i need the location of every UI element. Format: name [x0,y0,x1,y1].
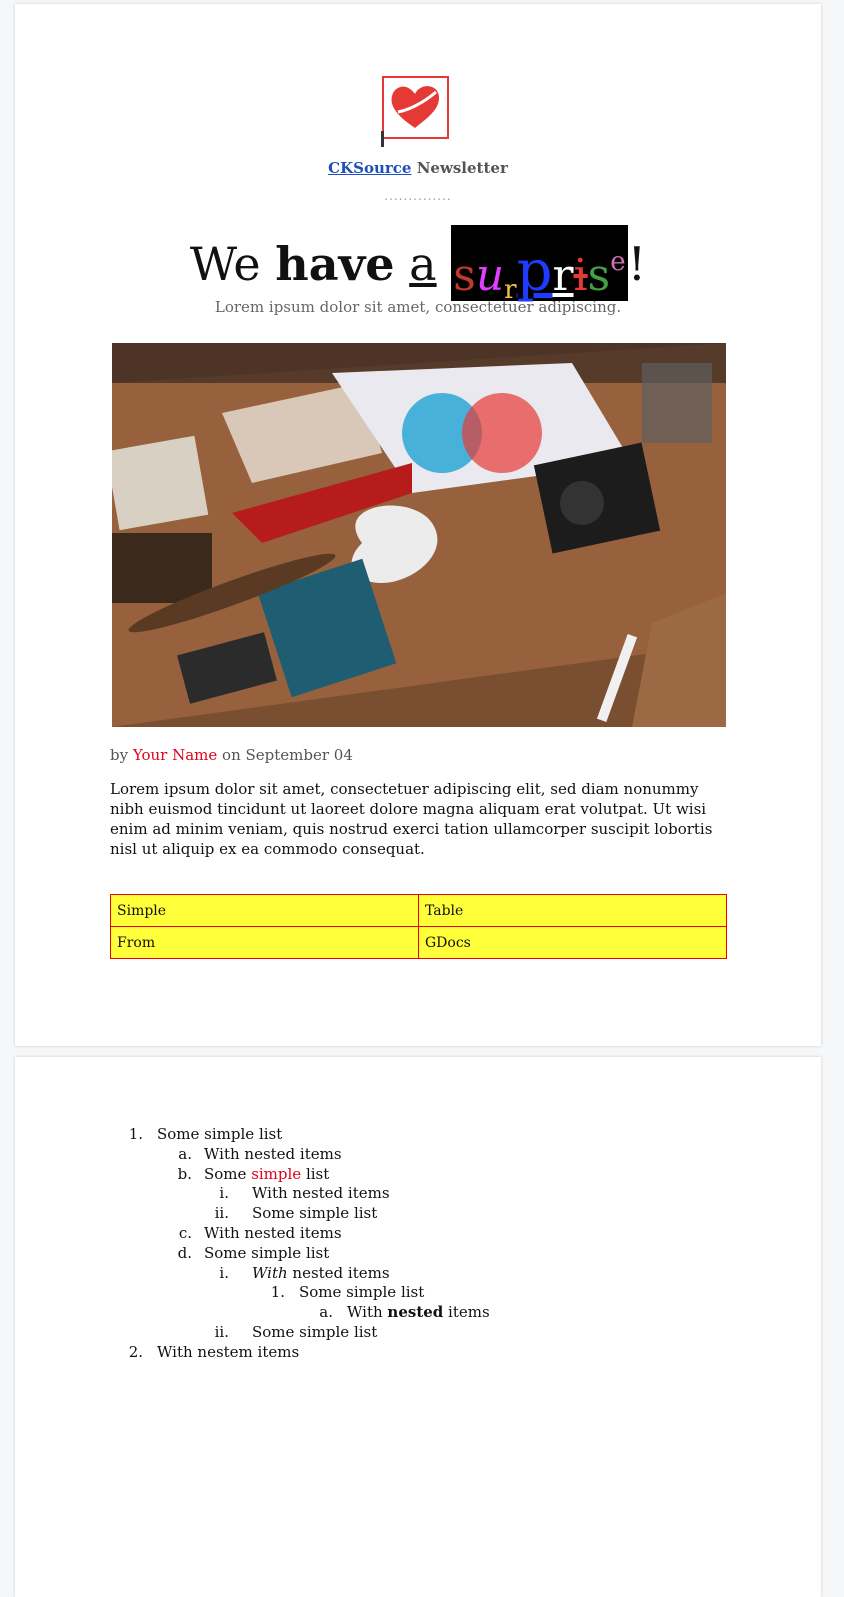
table-row: From GDocs [110,926,727,959]
separator-dots: .............. [384,189,452,203]
headline-surprise-word: surprise [451,225,628,305]
list-item: Some simple list [252,1323,378,1341]
table-row: Simple Table [110,894,727,927]
table-cell[interactable]: Simple [110,894,419,927]
list-item: With nested items [204,1144,342,1163]
headline-bang: ! [627,237,647,291]
hero-photo[interactable] [112,343,726,727]
surprise-letter: s [587,250,611,301]
list-item: Some simple list [157,1125,283,1143]
list-marker: 2. [128,1342,143,1361]
table-cell[interactable]: From [110,926,419,959]
surprise-letter: u [475,250,505,301]
list-marker: i. [219,1263,229,1282]
document-page-1: CKSource Newsletter .............. We ha… [15,4,821,1046]
document-page-2: 1. Some simple list a. With nested items… [15,1057,821,1597]
gdocs-table: Simple Table From GDocs [110,894,727,959]
list-marker: d. [177,1243,192,1262]
list-item: With nested items [252,1184,390,1203]
red-text: simple [251,1164,302,1183]
author-name: Your Name [132,746,218,764]
newsletter-brand: CKSource Newsletter [15,159,821,177]
surprise-letter: e [610,247,626,277]
list-item: With nested items [204,1224,342,1242]
text-cursor [381,131,384,147]
list-item: Some simple list [299,1283,425,1302]
byline-date: on September 04 [222,746,353,764]
table-cell[interactable]: GDocs [418,926,727,959]
newsletter-logo[interactable] [382,76,449,139]
list-item: With nested items [252,1263,390,1282]
headline-word-we: We [189,237,261,291]
subheading: Lorem ipsum dolor sit amet, consectetuer… [214,298,622,316]
list-marker: c. [178,1224,192,1242]
list-item: Some simple list [204,1164,330,1183]
headline: We have a surprise! [15,225,821,305]
list-marker: ii. [214,1204,229,1223]
surprise-letter: p [516,239,553,304]
byline-by: by [110,746,129,764]
list-marker: a. [178,1144,192,1163]
list-marker: b. [177,1164,192,1183]
headline-word-a: a [409,237,437,291]
list-marker: a. [319,1303,333,1322]
body-paragraph: Lorem ipsum dolor sit amet, consectetuer… [110,780,713,858]
list-item: Some simple list [252,1204,378,1223]
list-item: Some simple list [204,1243,330,1262]
heart-icon [391,86,440,128]
list-marker: 1. [270,1283,285,1302]
headline-word-have: have [275,237,395,291]
list-marker: i. [219,1184,229,1203]
surprise-letter: i [573,250,588,301]
list-item: With nested items [347,1303,490,1322]
brand-suffix: Newsletter [416,159,508,177]
list-marker: 1. [128,1125,143,1143]
list-marker: ii. [214,1323,229,1341]
byline: by Your Name on September 04 [110,746,353,764]
table-cell[interactable]: Table [418,894,727,927]
surprise-letter: r [552,250,574,301]
cksource-link[interactable]: CKSource [328,159,411,177]
desk-items-image [112,343,726,727]
list-item: With nestem items [157,1342,300,1361]
surprise-letter: s [453,250,476,301]
